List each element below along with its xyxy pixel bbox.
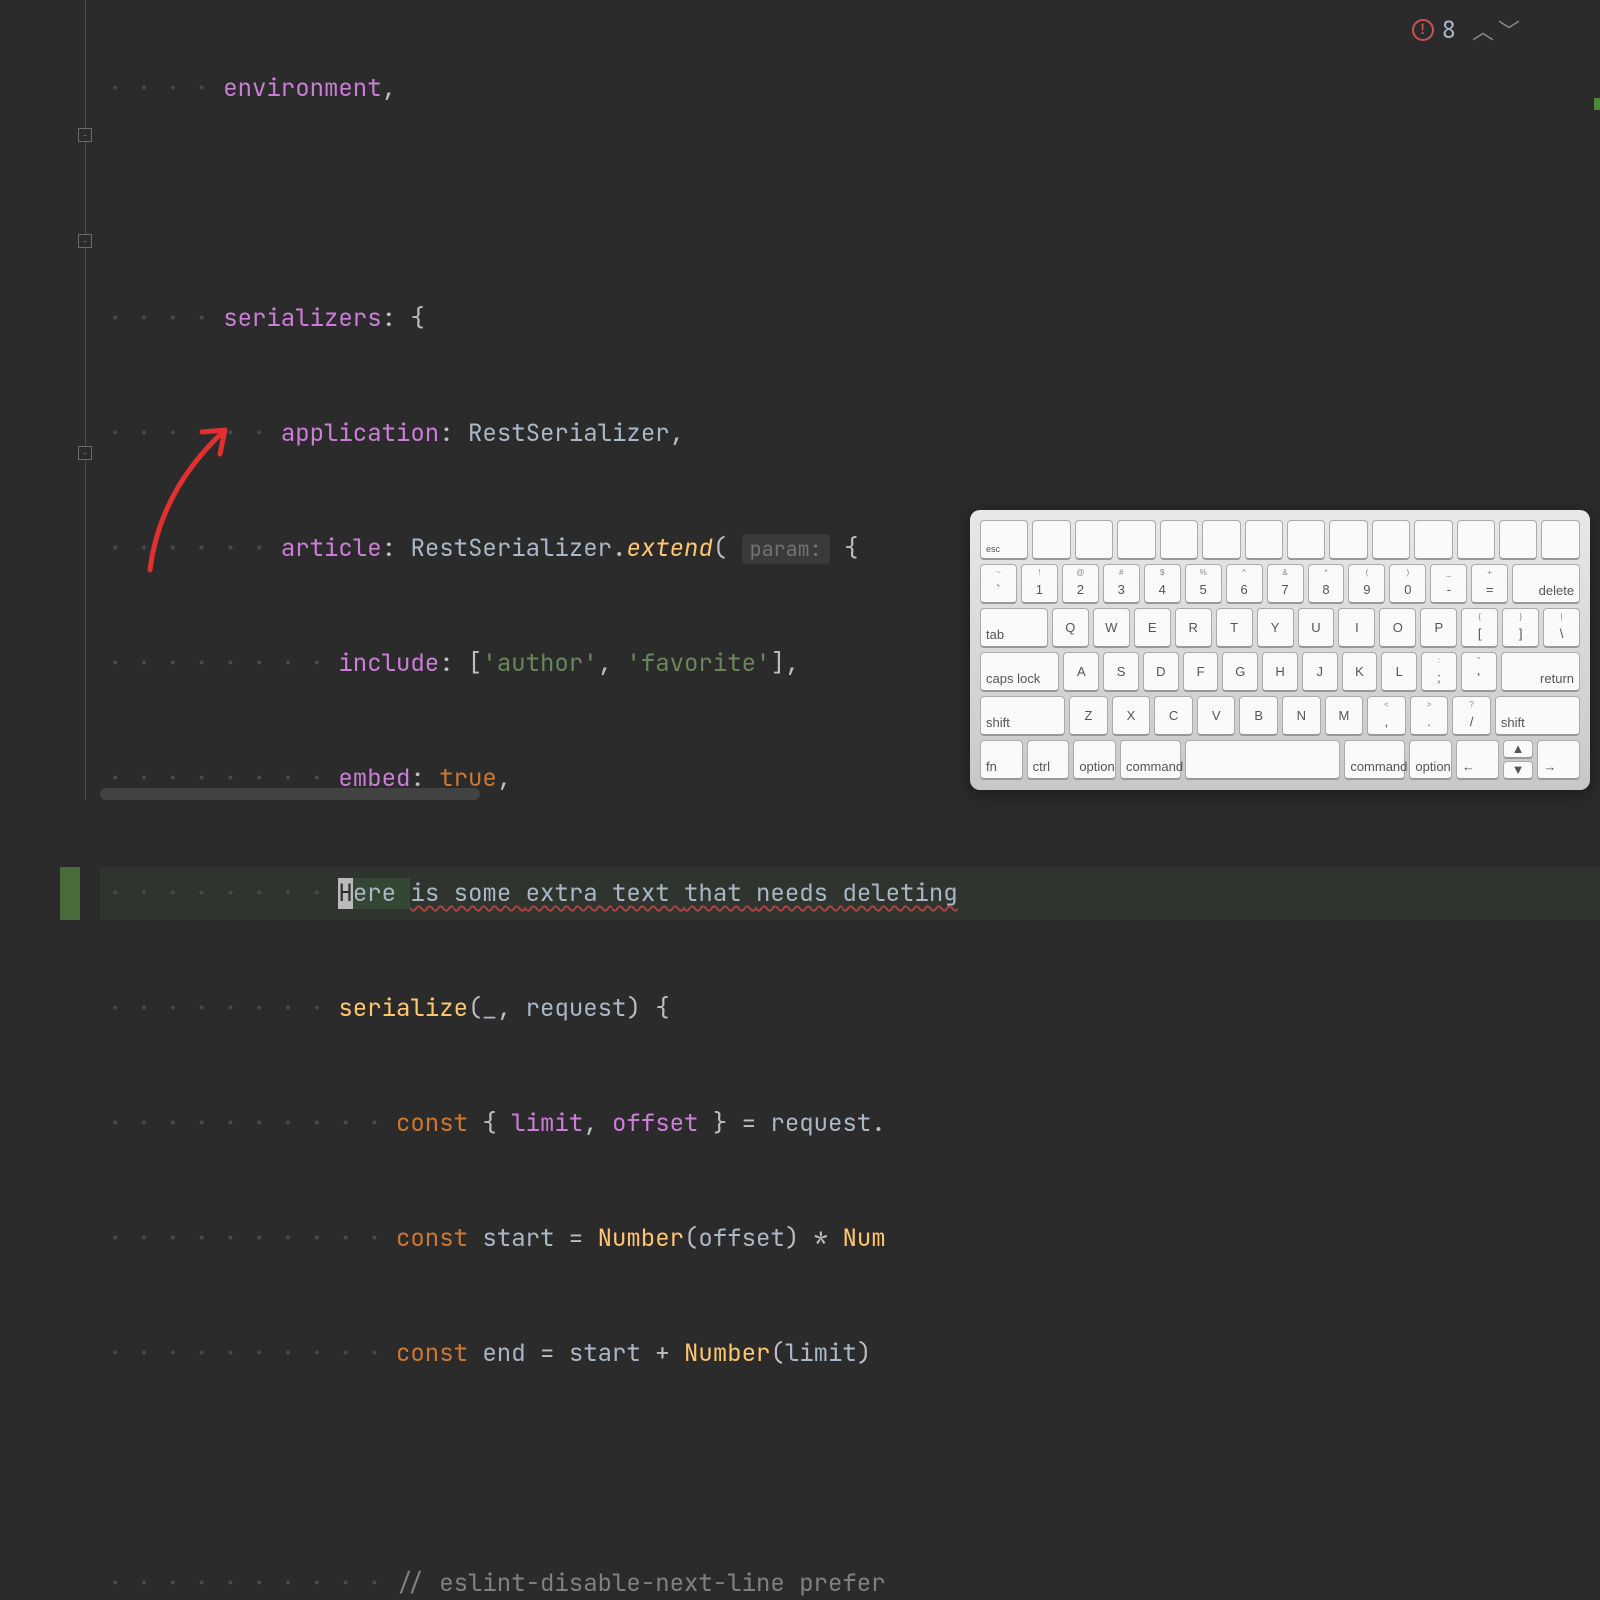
keyboard-key: option bbox=[1409, 740, 1452, 780]
fold-handle[interactable]: − bbox=[78, 234, 92, 248]
keyboard-key: → bbox=[1537, 740, 1580, 780]
keyboard-key: F bbox=[1183, 652, 1219, 692]
keyboard-key: esc bbox=[980, 520, 1028, 560]
keyboard-key: J bbox=[1302, 652, 1338, 692]
keyboard-key bbox=[1457, 520, 1495, 560]
keyboard-key: B bbox=[1239, 696, 1278, 736]
keyboard-key: ▼ bbox=[1503, 761, 1534, 780]
keyboard-key: !1 bbox=[1021, 564, 1058, 604]
keyboard-key bbox=[1075, 520, 1113, 560]
keyboard-key: V bbox=[1197, 696, 1236, 736]
prev-error-icon[interactable]: ︿ bbox=[1472, 14, 1494, 46]
keyboard-key: T bbox=[1216, 608, 1253, 648]
keyboard-key: M bbox=[1325, 696, 1364, 736]
keyboard-key: N bbox=[1282, 696, 1321, 736]
keyboard-key: D bbox=[1143, 652, 1179, 692]
fold-handle[interactable]: − bbox=[78, 446, 92, 460]
keyboard-key: Q bbox=[1052, 608, 1089, 648]
keyboard-key: A bbox=[1063, 652, 1099, 692]
keyboard-key: ?/ bbox=[1452, 696, 1491, 736]
keyboard-key: ▲ bbox=[1503, 740, 1534, 759]
keyboard-key: R bbox=[1175, 608, 1212, 648]
keyboard-key: caps lock bbox=[980, 652, 1059, 692]
keyboard-key: %5 bbox=[1185, 564, 1222, 604]
keyboard-key: @2 bbox=[1062, 564, 1099, 604]
keyboard-key: P bbox=[1420, 608, 1457, 648]
next-error-icon[interactable]: ﹀ bbox=[1498, 14, 1520, 46]
keyboard-key: C bbox=[1154, 696, 1193, 736]
keyboard-key bbox=[1160, 520, 1198, 560]
keyboard-key: ^6 bbox=[1226, 564, 1263, 604]
keyboard-key bbox=[1541, 520, 1579, 560]
keyboard-key: shift bbox=[980, 696, 1065, 736]
keyboard-key: "' bbox=[1461, 652, 1497, 692]
fold-handle[interactable]: − bbox=[78, 128, 92, 142]
gutter: − − − bbox=[0, 0, 100, 800]
keyboard-key bbox=[1372, 520, 1410, 560]
keyboard-key: |\ bbox=[1543, 608, 1580, 648]
keyboard-key: }] bbox=[1502, 608, 1539, 648]
keyboard-key: E bbox=[1134, 608, 1171, 648]
cursor: H bbox=[338, 878, 352, 909]
keyboard-key: (9 bbox=[1348, 564, 1385, 604]
keyboard-key: O bbox=[1379, 608, 1416, 648]
inline-hint: param: bbox=[742, 534, 830, 564]
keyboard-key: X bbox=[1112, 696, 1151, 736]
keyboard-key: _- bbox=[1430, 564, 1467, 604]
keyboard-key: G bbox=[1222, 652, 1258, 692]
keyboard-key: Y bbox=[1257, 608, 1294, 648]
keyboard-key: shift bbox=[1495, 696, 1580, 736]
keyboard-key: >. bbox=[1410, 696, 1449, 736]
keyboard-key: :; bbox=[1421, 652, 1457, 692]
keyboard-key: {[ bbox=[1461, 608, 1498, 648]
keyboard-key: L bbox=[1381, 652, 1417, 692]
keyboard-key: return bbox=[1501, 652, 1580, 692]
keyboard-key: command bbox=[1344, 740, 1405, 780]
keyboard-key: #3 bbox=[1103, 564, 1140, 604]
keyboard-key: S bbox=[1103, 652, 1139, 692]
keyboard-key: += bbox=[1471, 564, 1508, 604]
keyboard-key: tab bbox=[980, 608, 1048, 648]
keyboard-key bbox=[1202, 520, 1240, 560]
scrollbar-horizontal[interactable] bbox=[100, 788, 480, 800]
error-count: 8 bbox=[1442, 15, 1456, 46]
keyboard-key bbox=[1185, 740, 1340, 780]
error-badge[interactable]: ! 8 ︿ ﹀ bbox=[1412, 14, 1520, 46]
keyboard-key bbox=[1245, 520, 1283, 560]
keyboard-key: I bbox=[1338, 608, 1375, 648]
keyboard-key: command bbox=[1120, 740, 1181, 780]
keyboard-key bbox=[1287, 520, 1325, 560]
keyboard-key: &7 bbox=[1267, 564, 1304, 604]
keyboard-key: <, bbox=[1367, 696, 1406, 736]
keyboard-key: $4 bbox=[1144, 564, 1181, 604]
keyboard-key: H bbox=[1262, 652, 1298, 692]
keyboard-key: ctrl bbox=[1027, 740, 1070, 780]
keyboard-key: delete bbox=[1512, 564, 1580, 604]
keyboard-key: W bbox=[1093, 608, 1130, 648]
error-icon: ! bbox=[1412, 19, 1434, 41]
keyboard-overlay: esc ~`!1@2#3$4%5^6&7*8(9)0_-+=delete tab… bbox=[970, 510, 1590, 790]
keyboard-key bbox=[1499, 520, 1537, 560]
keyboard-key: ← bbox=[1456, 740, 1499, 780]
active-line[interactable]: · · · · · · · · Here is some extra text … bbox=[100, 867, 1600, 920]
keyboard-key: *8 bbox=[1308, 564, 1345, 604]
keyboard-key bbox=[1329, 520, 1367, 560]
keyboard-key bbox=[1117, 520, 1155, 560]
keyboard-key: option bbox=[1073, 740, 1116, 780]
keyboard-key: ~` bbox=[980, 564, 1017, 604]
keyboard-key bbox=[1032, 520, 1070, 560]
keyboard-key: K bbox=[1342, 652, 1378, 692]
keyboard-key: )0 bbox=[1389, 564, 1426, 604]
keyboard-key: U bbox=[1298, 608, 1335, 648]
keyboard-key: Z bbox=[1069, 696, 1108, 736]
keyboard-key bbox=[1414, 520, 1452, 560]
keyboard-key: fn bbox=[980, 740, 1023, 780]
